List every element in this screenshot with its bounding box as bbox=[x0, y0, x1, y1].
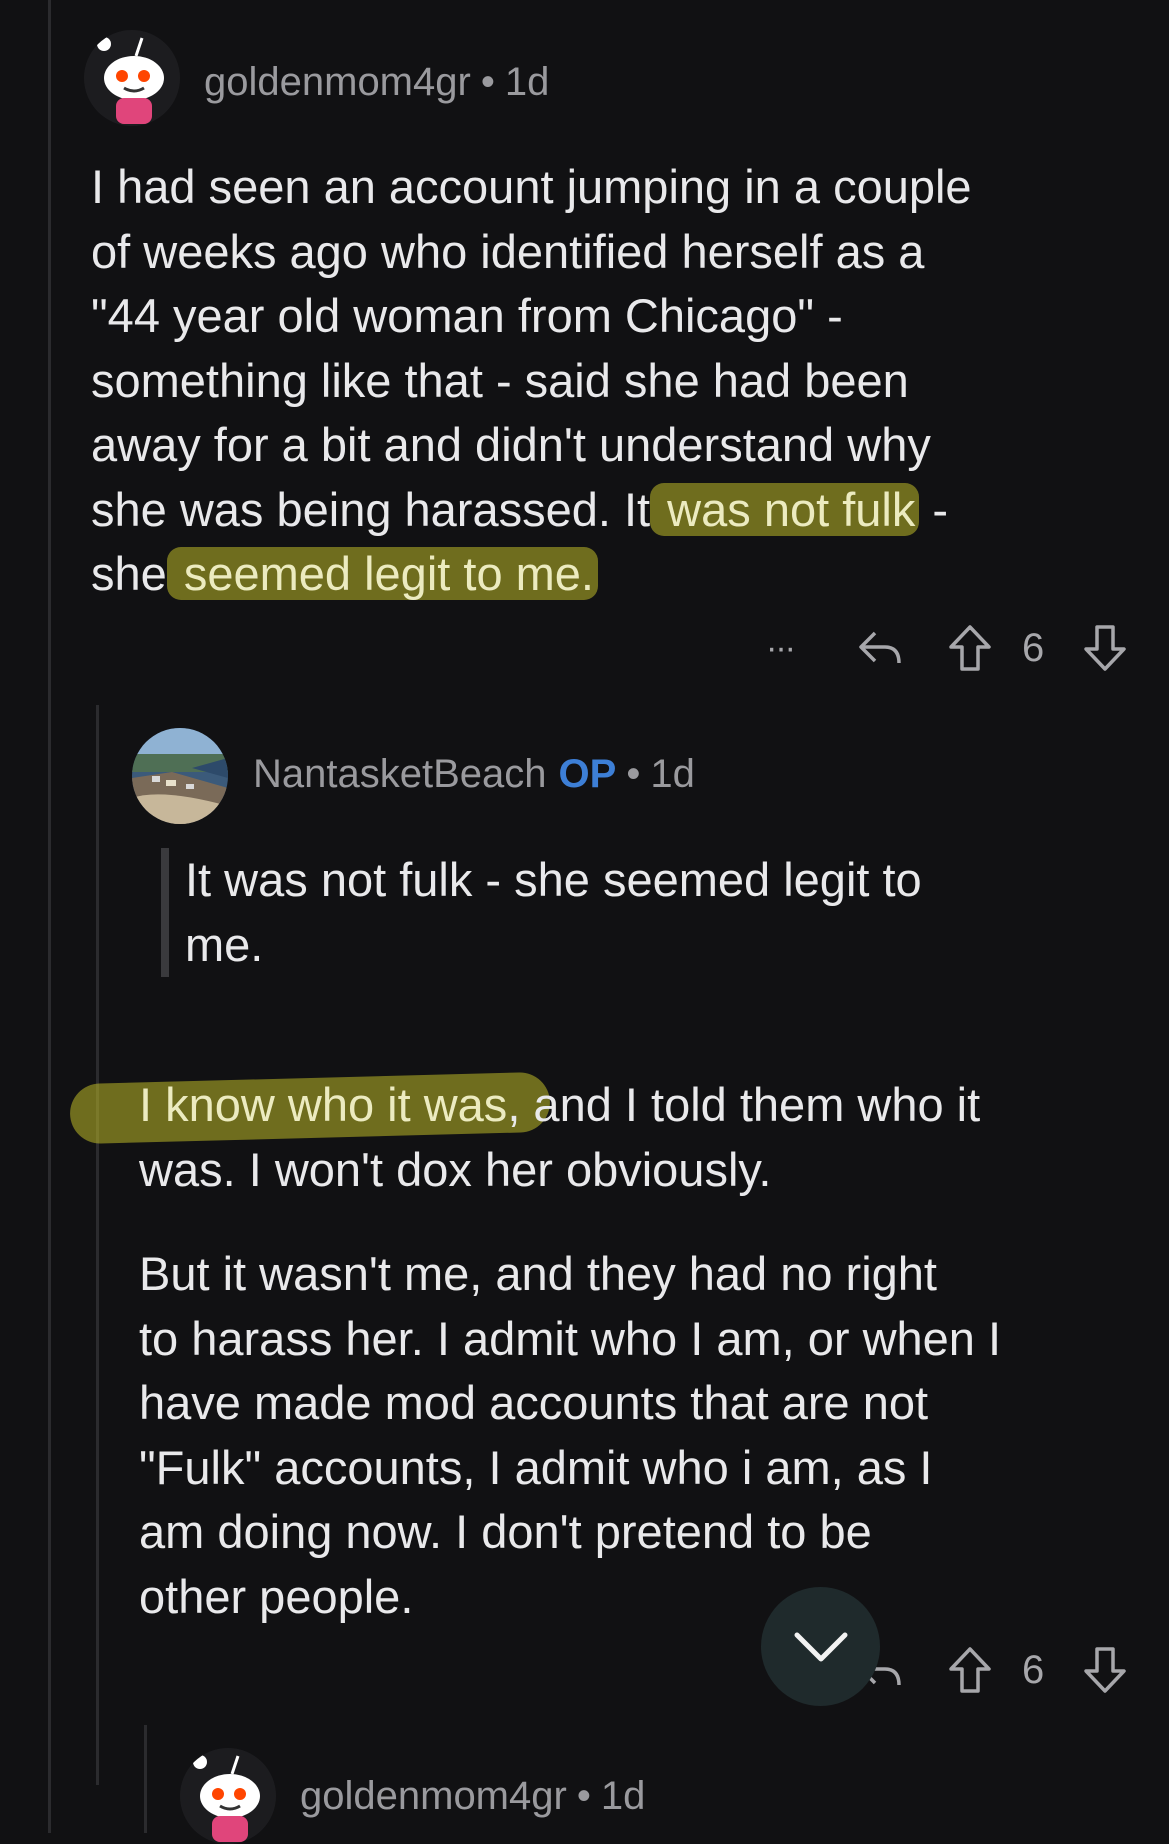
text-segment: she was being harassed. It bbox=[91, 482, 651, 536]
text-line: she was being harassed. It was not fulk … bbox=[91, 478, 1131, 543]
highlighted-text: seemed legit to me. bbox=[166, 547, 598, 600]
snoo-avatar-icon bbox=[180, 1748, 276, 1844]
more-icon: ··· bbox=[766, 628, 796, 667]
beach-photo-avatar-icon bbox=[132, 728, 228, 824]
comment-meta: goldenmom4gr • 1d bbox=[204, 58, 549, 106]
text-line: have made mod accounts that are not bbox=[139, 1376, 929, 1429]
comment-meta: NantasketBeach OP • 1d bbox=[253, 750, 695, 798]
downvote-icon bbox=[1084, 1647, 1126, 1693]
text-line: I had seen an account jumping in a coupl… bbox=[91, 160, 972, 213]
text-line: to harass her. I admit who I am, or when… bbox=[139, 1311, 1002, 1365]
text-line: am doing now. I don't pretend to be bbox=[139, 1505, 872, 1558]
quote-block: It was not fulk - she seemed legit to me… bbox=[161, 848, 1085, 977]
highlighted-text: I know who it was bbox=[139, 1078, 508, 1131]
text-line: was. I won't dox her obviously. bbox=[139, 1142, 772, 1196]
upvote-button[interactable] bbox=[940, 1640, 1000, 1700]
text-line: she seemed legit to me. bbox=[91, 542, 1131, 607]
score: 6 bbox=[1022, 1648, 1045, 1692]
comment-paragraph: But it wasn't me, and they had no right … bbox=[139, 1242, 1159, 1629]
chevron-down-icon bbox=[794, 1632, 847, 1661]
reply-button[interactable] bbox=[850, 618, 910, 678]
avatar[interactable] bbox=[84, 30, 180, 126]
text-segment: , and I told them who it bbox=[507, 1078, 981, 1131]
meta-separator: • bbox=[480, 60, 495, 104]
text-line: other people. bbox=[139, 1569, 414, 1623]
text-line: I know who it was, and I told them who i… bbox=[139, 1073, 1149, 1138]
thread-line-root bbox=[48, 0, 51, 1833]
timestamp: 1d bbox=[504, 60, 550, 104]
upvote-icon bbox=[949, 1647, 991, 1693]
text-segment: she bbox=[91, 547, 167, 600]
highlighted-text: was not fulk bbox=[650, 482, 920, 536]
more-button[interactable]: ··· bbox=[750, 618, 810, 678]
text-line: away for a bit and didn't understand why bbox=[91, 418, 931, 471]
timestamp: 1d bbox=[650, 752, 695, 796]
downvote-button[interactable] bbox=[1075, 618, 1135, 678]
text-line: "44 year old woman from Chicago" - bbox=[91, 289, 843, 342]
upvote-button[interactable] bbox=[940, 618, 1000, 678]
timestamp: 1d bbox=[600, 1774, 646, 1818]
upvote-icon bbox=[949, 625, 991, 671]
comment-paragraph: I know who it was, and I told them who i… bbox=[139, 1073, 1149, 1202]
text-line: something like that - said she had been bbox=[91, 353, 909, 407]
meta-separator: • bbox=[626, 752, 641, 796]
text-line: of weeks ago who identified herself as a bbox=[91, 224, 925, 278]
op-badge: OP bbox=[558, 752, 617, 796]
downvote-icon bbox=[1084, 625, 1126, 671]
text-line: But it wasn't me, and they had no right bbox=[139, 1247, 937, 1300]
comment-meta: goldenmom4gr • 1d bbox=[300, 1772, 645, 1820]
username[interactable]: goldenmom4gr bbox=[204, 60, 471, 104]
reply-icon bbox=[859, 631, 901, 664]
snoo-avatar-icon bbox=[84, 30, 180, 126]
thread-line-reply bbox=[96, 705, 99, 1785]
quote-line: It was not fulk - she seemed legit to bbox=[185, 853, 922, 906]
score: 6 bbox=[1022, 626, 1045, 670]
quote-line: me. bbox=[185, 917, 264, 971]
thread-line-nested bbox=[144, 1725, 147, 1833]
username[interactable]: goldenmom4gr bbox=[300, 1774, 567, 1818]
text-segment: - bbox=[919, 482, 949, 536]
text-line: "Fulk" accounts, I admit who i am, as I bbox=[139, 1440, 933, 1494]
comment-actions: ··· 6 bbox=[740, 618, 1160, 678]
username[interactable]: NantasketBeach bbox=[253, 752, 547, 796]
avatar[interactable] bbox=[180, 1748, 276, 1844]
meta-separator: • bbox=[576, 1774, 591, 1818]
scroll-down-button[interactable] bbox=[761, 1587, 880, 1706]
comment-body: I had seen an account jumping in a coupl… bbox=[91, 155, 1131, 607]
downvote-button[interactable] bbox=[1075, 1640, 1135, 1700]
avatar[interactable] bbox=[132, 728, 228, 824]
